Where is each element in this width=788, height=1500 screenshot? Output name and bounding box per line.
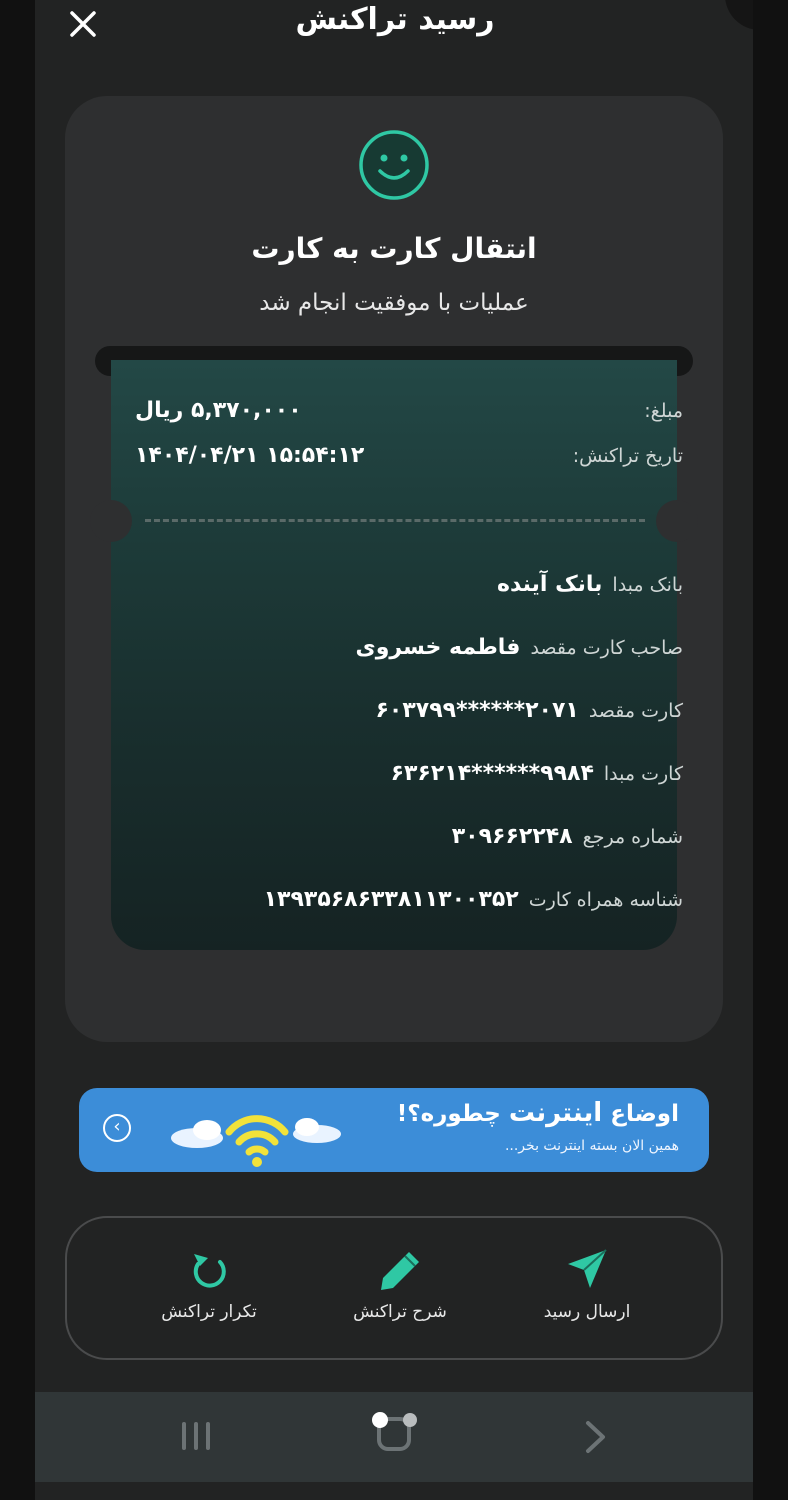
transaction-note-label: شرح تراکنش xyxy=(353,1302,447,1322)
detail-value: فاطمه خسروی xyxy=(355,635,521,660)
amount-value: ۵,۳۷۰,۰۰۰ ریال xyxy=(135,398,302,423)
detail-label: کارت مبدا xyxy=(603,763,683,785)
detail-value: ۶۳۶۲۱۴******۹۹۸۴ xyxy=(390,761,594,786)
internet-package-banner[interactable]: اوضاع اینترنت چطوره؟! همین الان بسته این… xyxy=(79,1088,709,1172)
receipt-screen: رسید تراکنش انتقال کارت به کارت عملیات ب… xyxy=(35,0,753,1500)
date-value: ۱۴۰۴/۰۴/۲۱ ۱۵:۵۴:۱۲ xyxy=(135,443,365,468)
banner-subtitle: همین الان بسته اینترنت بخر... xyxy=(504,1138,679,1154)
repeat-icon xyxy=(193,1254,226,1288)
detail-value: ۱۳۹۳۵۶۸۶۳۳۸۱۱۳۰۰۳۵۲ xyxy=(263,887,519,912)
close-button[interactable] xyxy=(63,4,103,44)
detail-row-reference-number: شماره مرجع ۳۰۹۶۶۲۲۴۸ xyxy=(135,824,683,849)
left-edge xyxy=(0,0,35,1500)
banner-title-prefix: اوضاع xyxy=(610,1101,679,1127)
detail-row-destination-card: کارت مقصد ۶۰۳۷۹۹******۲۰۷۱ xyxy=(135,698,684,723)
date-row: تاریخ تراکنش: ۱۴۰۴/۰۴/۲۱ ۱۵:۵۴:۱۲ xyxy=(135,443,683,468)
detail-label: شناسه همراه کارت xyxy=(528,889,683,911)
date-label: تاریخ تراکنش: xyxy=(572,445,683,467)
detail-value: بانک آینده xyxy=(496,572,603,597)
detail-label: کارت مقصد xyxy=(588,700,683,722)
detail-value: ۶۰۳۷۹۹******۲۰۷۱ xyxy=(375,698,579,723)
ticket-notch-right xyxy=(656,500,698,542)
receipt-actions: ارسال رسید شرح تراکنش تکرار تراکنش xyxy=(65,1216,723,1360)
pencil-icon xyxy=(381,1252,419,1290)
detail-row-source-card: کارت مبدا ۶۳۶۲۱۴******۹۹۸۴ xyxy=(135,761,683,786)
chevron-left-circle-icon[interactable]: ‹ xyxy=(103,1114,131,1142)
ticket-divider xyxy=(145,519,645,522)
detail-value: ۳۰۹۶۶۲۲۴۸ xyxy=(451,824,573,849)
smile-icon xyxy=(359,130,429,200)
send-receipt-button[interactable]: ارسال رسید xyxy=(497,1248,677,1322)
status-message: عملیات با موفقیت انجام شد xyxy=(259,290,529,316)
floating-handle xyxy=(725,0,753,30)
page-title: رسید تراکنش xyxy=(295,2,495,37)
system-navigation-bar xyxy=(35,1392,753,1482)
repeat-transaction-label: تکرار تراکنش xyxy=(161,1302,257,1322)
wifi-cloud-illustration xyxy=(171,1115,341,1167)
page-indicator-dots xyxy=(372,1412,417,1428)
transaction-note-button[interactable]: شرح تراکنش xyxy=(310,1248,490,1322)
detail-row-recipient-name: صاحب کارت مقصد فاطمه خسروی xyxy=(135,635,683,660)
banner-title-suffix: چطوره؟! xyxy=(396,1101,501,1127)
transaction-type: انتقال کارت به کارت xyxy=(251,232,537,265)
send-icon xyxy=(568,1249,607,1288)
amount-label: مبلغ: xyxy=(644,400,683,422)
close-icon xyxy=(70,11,96,37)
detail-row-source-bank: بانک مبدا بانک آینده xyxy=(135,572,683,597)
right-edge xyxy=(753,0,788,1500)
back-icon[interactable] xyxy=(583,1420,607,1454)
detail-label: صاحب کارت مقصد xyxy=(530,637,683,659)
send-receipt-label: ارسال رسید xyxy=(543,1302,631,1322)
ticket-notch-left xyxy=(90,500,132,542)
detail-label: بانک مبدا xyxy=(612,574,683,596)
recents-icon[interactable] xyxy=(179,1420,213,1452)
amount-row: مبلغ: ۵,۳۷۰,۰۰۰ ریال xyxy=(135,398,683,423)
detail-row-card-id: شناسه همراه کارت ۱۳۹۳۵۶۸۶۳۳۸۱۱۳۰۰۳۵۲ xyxy=(135,887,683,912)
banner-title: اوضاع اینترنت چطوره؟! xyxy=(397,1098,679,1128)
repeat-transaction-button[interactable]: تکرار تراکنش xyxy=(119,1248,299,1322)
detail-label: شماره مرجع xyxy=(582,826,683,848)
banner-title-bold: اینترنت xyxy=(508,1098,603,1128)
